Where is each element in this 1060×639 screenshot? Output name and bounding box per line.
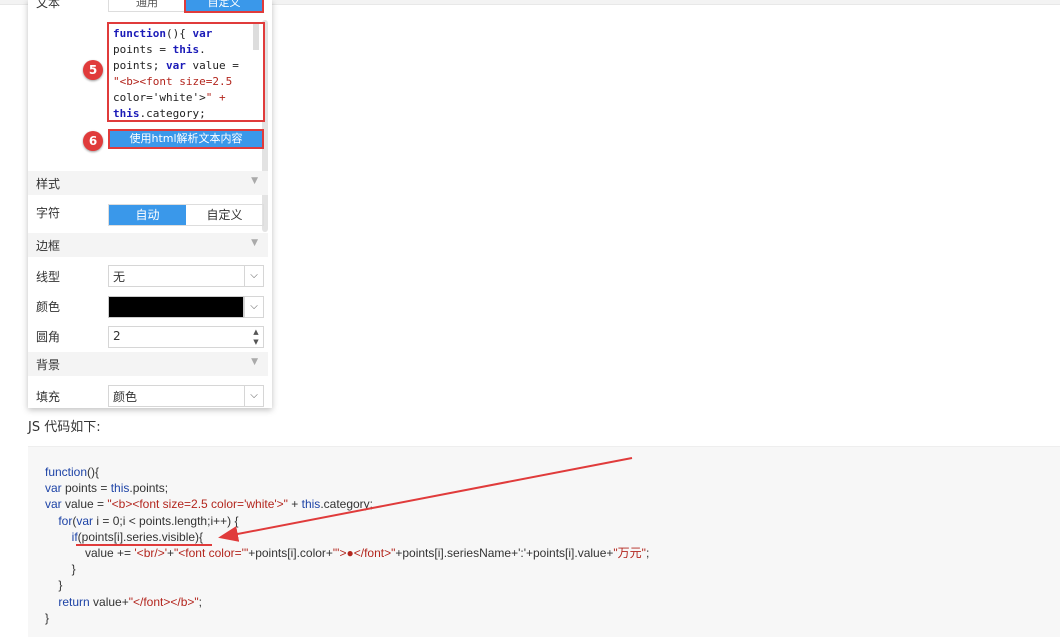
js-editor[interactable]: function(){ var points = this. points; v… — [107, 22, 265, 122]
color-label: 颜色 — [36, 300, 61, 314]
section-border[interactable]: 边框 ▼ — [28, 233, 268, 257]
chevron-down-icon: ▼ — [251, 176, 258, 186]
font-auto-option[interactable]: 自动 — [109, 205, 186, 225]
radius-value: 2 — [113, 329, 121, 343]
html-parse-button[interactable]: 使用html解析文本内容 — [108, 129, 264, 149]
editor-scrollbar[interactable] — [253, 24, 259, 50]
chevron-down-icon: ▼ — [251, 357, 258, 367]
line-type-select[interactable]: 无 ⌵ — [108, 265, 264, 287]
line-type-value: 无 — [113, 270, 126, 284]
editor-content: function(){ var points = this. points; v… — [113, 27, 239, 120]
chevron-down-icon: ▼ — [251, 238, 258, 248]
font-label: 字符 — [36, 206, 61, 220]
code-content: function(){ var points = this.points; va… — [45, 465, 650, 625]
section-style-title: 样式 — [36, 177, 61, 191]
section-background-title: 背景 — [36, 358, 61, 372]
chevron-down-icon: ⌵ — [244, 266, 263, 286]
section-background[interactable]: 背景 ▼ — [28, 352, 268, 376]
custom-button[interactable]: 自定义 — [184, 0, 264, 13]
js-code-caption: JS 代码如下: — [28, 420, 101, 435]
fill-value: 颜色 — [113, 390, 138, 404]
chevron-down-icon[interactable]: ⌵ — [244, 296, 264, 318]
font-toggle: 自动 自定义 — [108, 204, 264, 226]
fill-label: 填充 — [36, 390, 61, 404]
code-block: function(){ var points = this.points; va… — [28, 446, 1060, 637]
text-label: 文本 — [36, 0, 61, 10]
step-badge-6: 6 — [83, 131, 103, 151]
section-border-title: 边框 — [36, 239, 61, 253]
radius-stepper[interactable]: 2 ▲ ▼ — [108, 326, 264, 348]
font-custom-option[interactable]: 自定义 — [186, 205, 263, 225]
color-swatch[interactable] — [108, 296, 244, 318]
step-badge-5: 5 — [83, 60, 103, 80]
general-button[interactable]: 通用 — [108, 0, 186, 12]
section-style[interactable]: 样式 ▼ — [28, 171, 268, 195]
chevron-down-icon: ⌵ — [244, 386, 263, 406]
spinner-arrows-icon[interactable]: ▲ ▼ — [249, 327, 263, 347]
radius-label: 圆角 — [36, 330, 61, 344]
line-type-label: 线型 — [36, 270, 61, 284]
fill-select[interactable]: 颜色 ⌵ — [108, 385, 264, 407]
